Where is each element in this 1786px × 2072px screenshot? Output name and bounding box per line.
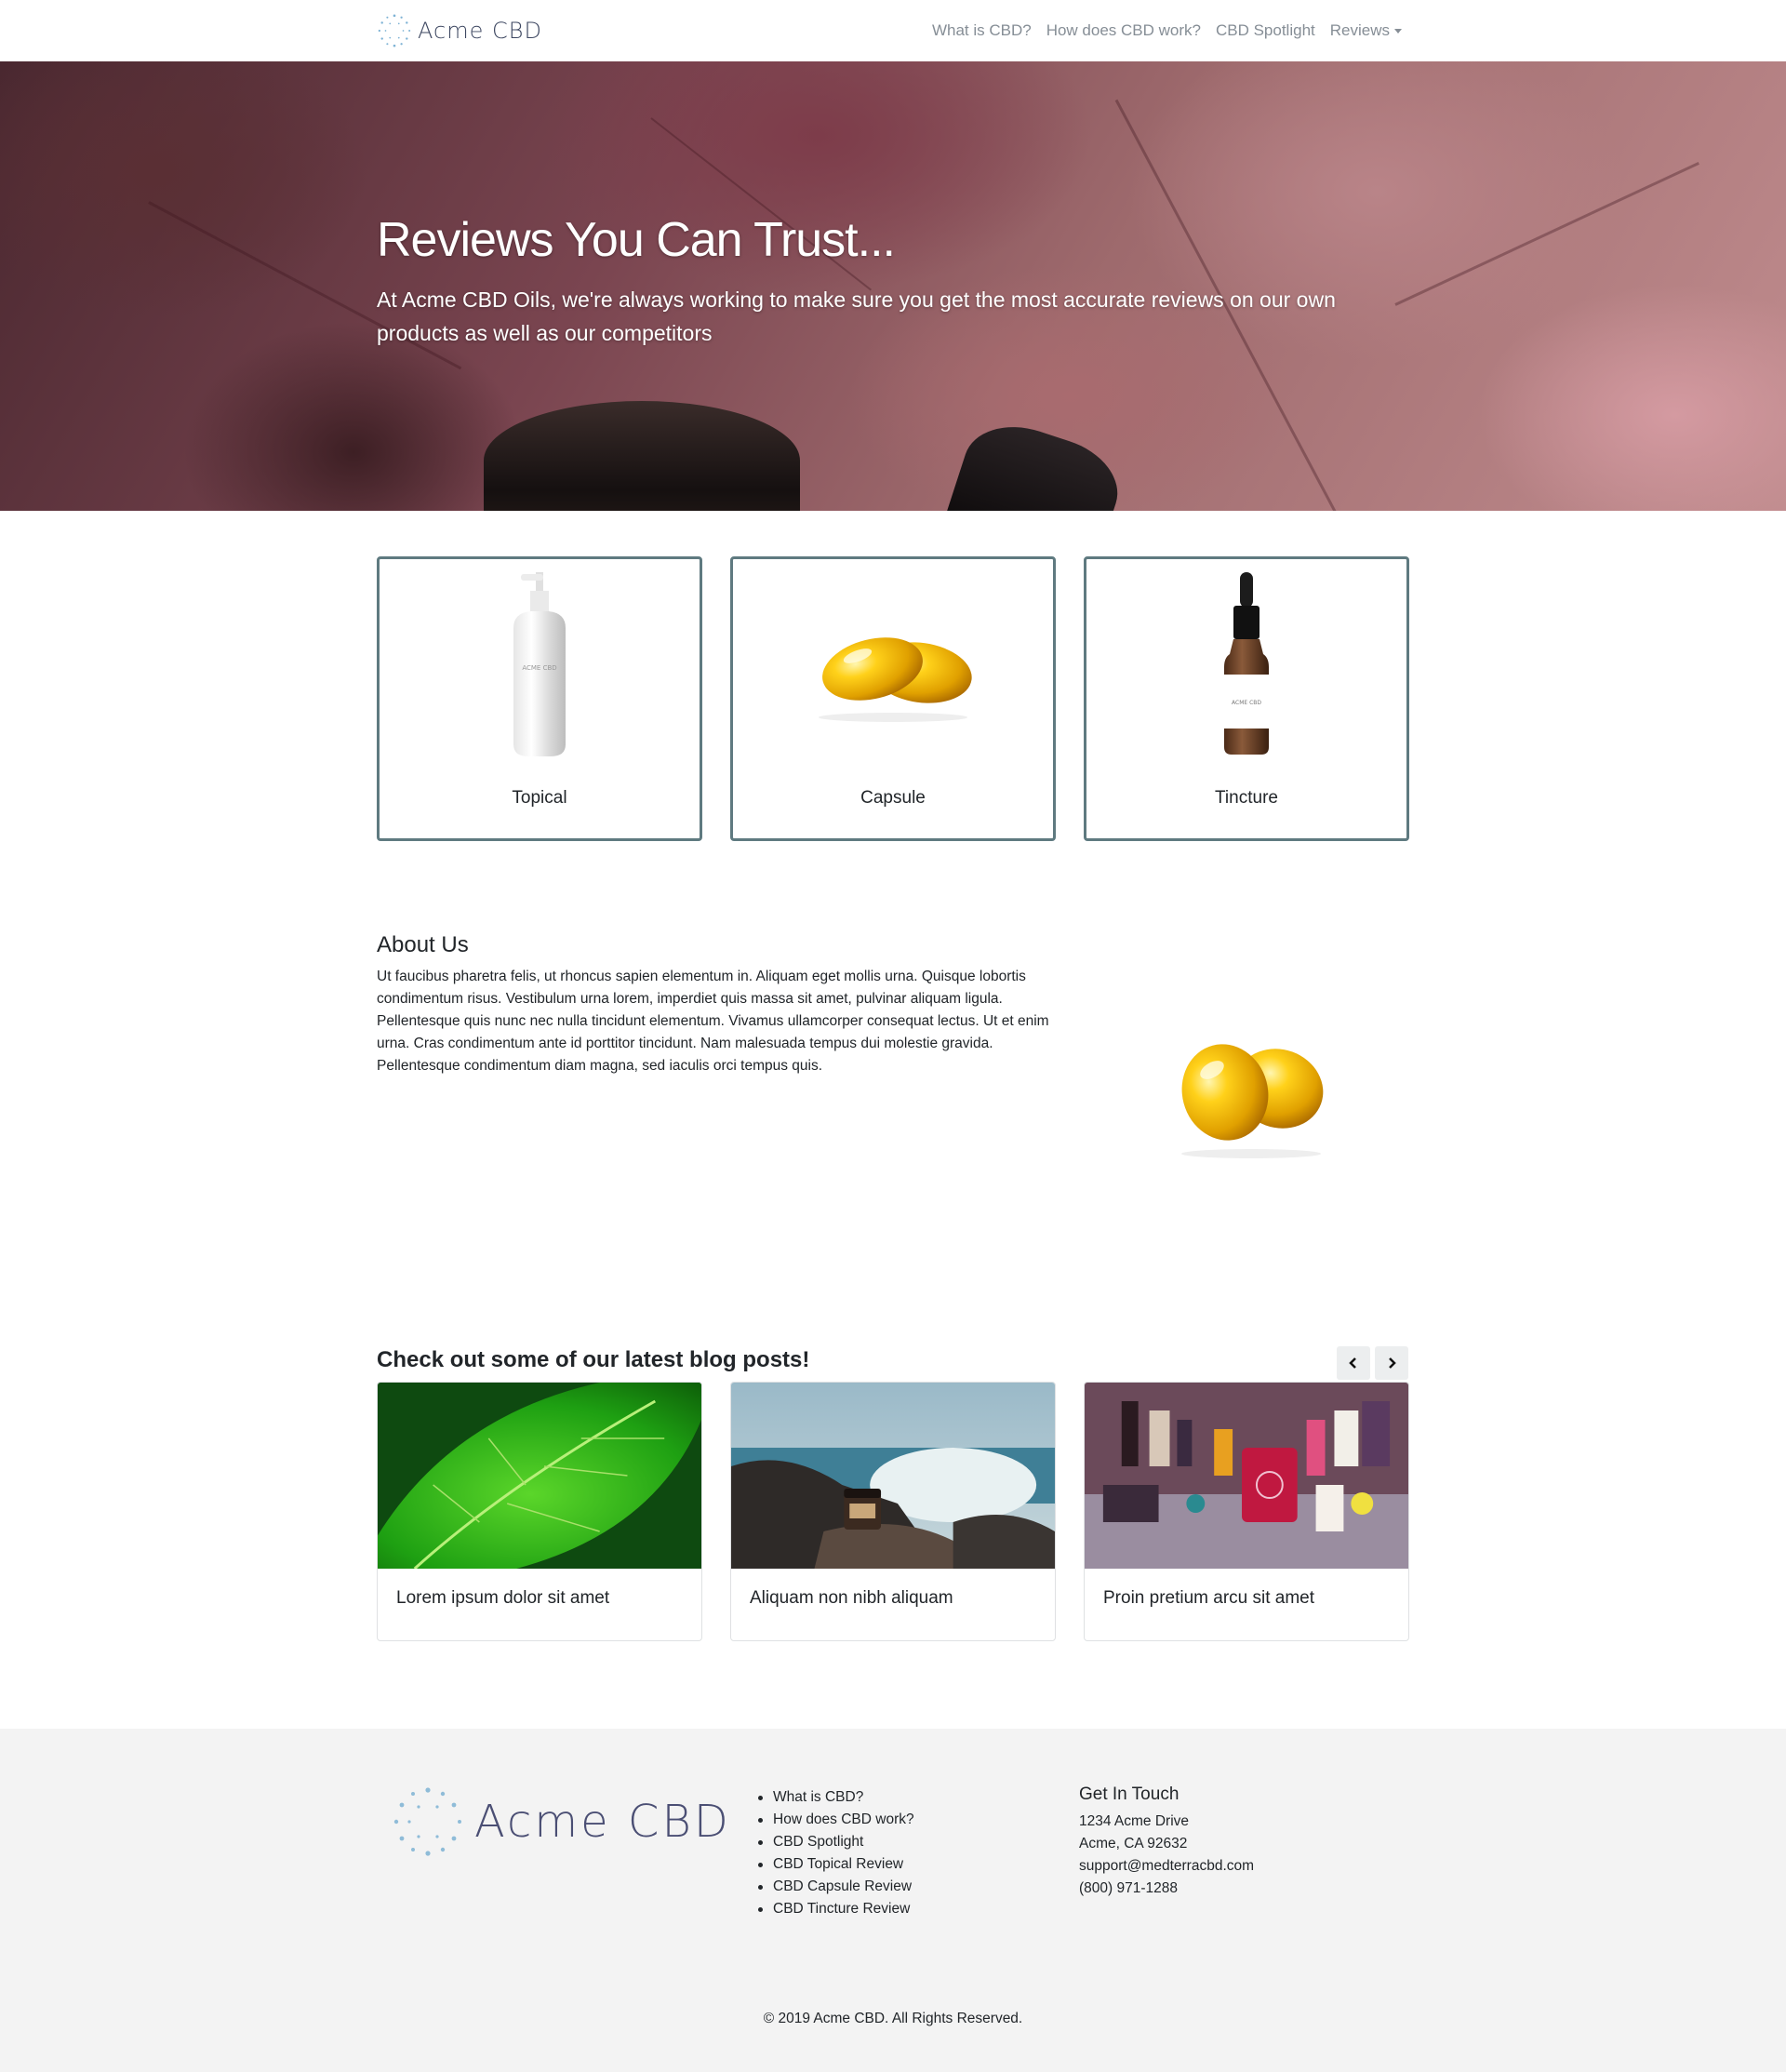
category-label: Topical [512, 788, 567, 808]
nav-links: What is CBD? How does CBD work? CBD Spot… [932, 0, 1402, 61]
brand-name: Acme CBD [418, 18, 542, 44]
hero-title: Reviews You Can Trust... [377, 213, 896, 267]
nav-link-cbd-spotlight[interactable]: CBD Spotlight [1216, 21, 1315, 40]
nav-reviews-label: Reviews [1329, 21, 1390, 39]
hero-jar-image [484, 401, 800, 511]
hero-banner: Reviews You Can Trust... At Acme CBD Oil… [0, 61, 1786, 511]
footer-link-what-is-cbd[interactable]: What is CBD? [758, 1786, 914, 1809]
footer-links: What is CBD? How does CBD work? CBD Spot… [758, 1786, 914, 1920]
category-label: Capsule [860, 788, 926, 808]
footer-link-capsule-review[interactable]: CBD Capsule Review [758, 1876, 914, 1898]
blog-post-title: Lorem ipsum dolor sit amet [396, 1588, 610, 1608]
tincture-bottle-image: ACME CBD [1224, 572, 1269, 755]
dotted-circle-logo-icon [378, 14, 411, 47]
footer-logo-text: Acme CBD [474, 1796, 731, 1848]
contact-address-line2: Acme, CA 92632 [1079, 1836, 1188, 1851]
category-card-tincture[interactable]: ACME CBD Tincture [1084, 556, 1409, 841]
svg-text:ACME CBD: ACME CBD [522, 664, 556, 672]
blog-card[interactable]: Aliquam non nibh aliquam [730, 1382, 1056, 1641]
footer-link-how-cbd-works[interactable]: How does CBD work? [758, 1809, 914, 1831]
caret-down-icon [1394, 29, 1402, 34]
category-card-capsule[interactable]: Capsule [730, 556, 1056, 841]
hero-jar-image [944, 411, 1130, 511]
contact-block: Get In Touch 1234 Acme Drive Acme, CA 92… [1079, 1785, 1254, 1900]
blog-section-title: Check out some of our latest blog posts! [377, 1347, 810, 1372]
blog-card[interactable]: Proin pretium arcu sit amet [1084, 1382, 1409, 1641]
capsule-image [819, 637, 972, 722]
blog-post-title: Proin pretium arcu sit amet [1103, 1588, 1315, 1608]
nav-link-what-is-cbd[interactable]: What is CBD? [932, 21, 1032, 40]
blog-ocean-image [731, 1383, 1055, 1569]
footer-link-cbd-spotlight[interactable]: CBD Spotlight [758, 1831, 914, 1853]
footer-link-topical-review[interactable]: CBD Topical Review [758, 1853, 914, 1876]
chevron-left-icon [1349, 1357, 1356, 1369]
category-label: Tincture [1215, 788, 1278, 808]
footer-logo[interactable]: Acme CBD [391, 1785, 731, 1859]
dotted-circle-logo-icon [393, 1787, 461, 1856]
topical-bottle-image: ACME CBD [513, 572, 566, 756]
hero-leaf-vein [1394, 161, 1699, 306]
contact-title: Get In Touch [1079, 1785, 1180, 1804]
blog-next-button[interactable] [1375, 1346, 1408, 1380]
chevron-right-icon [1389, 1357, 1396, 1369]
about-text: Ut faucibus pharetra felis, ut rhoncus s… [377, 969, 1049, 1074]
svg-text:ACME CBD: ACME CBD [1232, 700, 1261, 706]
blog-prev-button[interactable] [1337, 1346, 1370, 1380]
blog-post-title: Aliquam non nibh aliquam [750, 1588, 953, 1608]
footer-link-tincture-review[interactable]: CBD Tincture Review [758, 1898, 914, 1920]
category-card-topical[interactable]: ACME CBD Topical [377, 556, 702, 841]
nav-dropdown-reviews[interactable]: Reviews [1330, 21, 1402, 40]
contact-phone[interactable]: (800) 971-1288 [1079, 1878, 1254, 1900]
nav-link-how-cbd-works[interactable]: How does CBD work? [1046, 21, 1201, 40]
about-capsule-image [1181, 1044, 1324, 1158]
about-title: About Us [377, 932, 469, 957]
blog-card[interactable]: Lorem ipsum dolor sit amet [377, 1382, 702, 1641]
blog-products-image [1085, 1383, 1408, 1569]
blog-leaf-image [378, 1383, 701, 1571]
contact-email[interactable]: support@medterracbd.com [1079, 1855, 1254, 1878]
navbar: Acme CBD What is CBD? How does CBD work?… [0, 0, 1786, 61]
contact-address-line1: 1234 Acme Drive [1079, 1813, 1190, 1829]
brand-logo-link[interactable]: Acme CBD [377, 11, 542, 50]
hero-subtitle: At Acme CBD Oils, we're always working t… [377, 287, 1336, 345]
copyright: © 2019 Acme CBD. All Rights Reserved. [763, 2011, 1023, 2026]
